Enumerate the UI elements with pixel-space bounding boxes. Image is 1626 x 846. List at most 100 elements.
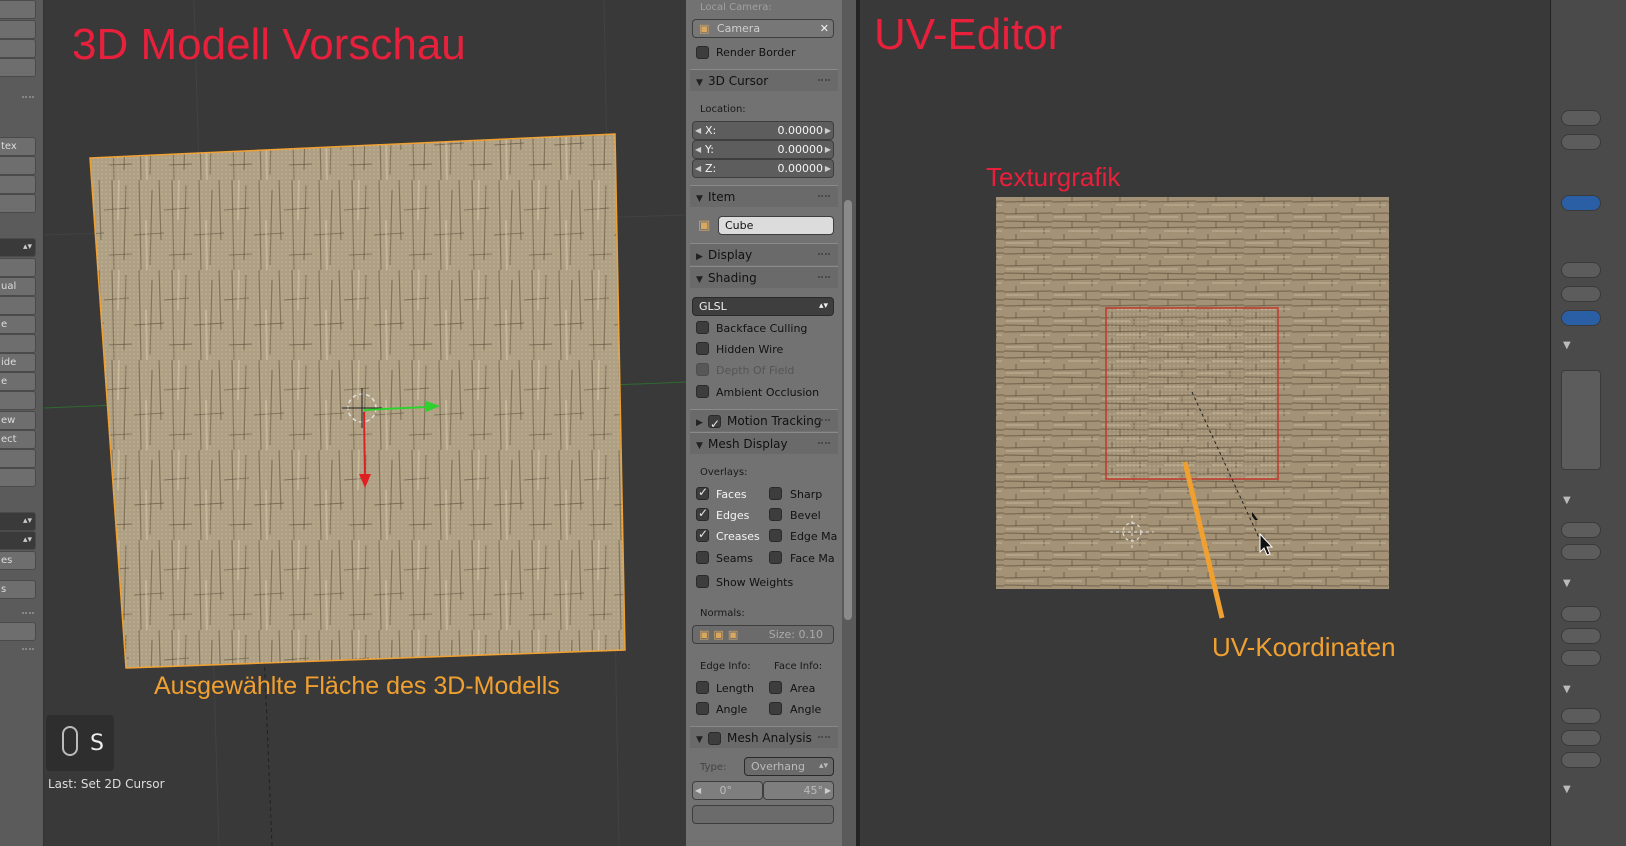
item-panel-header[interactable]: ▼ Item [690,185,838,207]
camera-field[interactable]: ▣ Camera ✕ [692,19,834,38]
shelf-button[interactable] [0,334,36,353]
face-normal-icon[interactable]: ▣ [713,628,723,641]
3d-viewport[interactable]: 3D Modell Vorschau Ausgewählte Fläche de… [44,0,686,846]
face-marks-checkbox[interactable] [769,551,782,564]
shelf-button[interactable] [0,20,36,39]
shelf-button[interactable]: s [0,580,36,599]
max-angle-field[interactable]: 45° ▶ [763,781,834,800]
normals-size-field[interactable]: Size: 0.10 [769,626,823,643]
expanded-icon[interactable]: ▼ [1563,340,1571,351]
motion-tracking-panel-header[interactable]: ▶ Motion Tracking [690,409,838,435]
cursor-x-field[interactable]: ◀ X: 0.00000 ▶ [692,121,834,140]
panel-button[interactable] [1561,650,1601,666]
mesh-analysis-panel-header[interactable]: ▼ Mesh Analysis [690,726,838,748]
bevel-checkbox[interactable] [769,508,782,521]
shelf-button[interactable]: es [0,551,36,570]
faces-checkbox[interactable] [696,485,709,500]
shelf-button[interactable] [0,391,36,410]
grip-icon[interactable] [818,195,830,197]
grip-icon[interactable] [818,79,830,81]
panel-grip[interactable] [22,612,34,616]
shading-panel-header[interactable]: ▼ Shading [690,266,838,288]
expanded-icon[interactable]: ▼ [1563,784,1571,795]
shelf-dropdown[interactable]: ▴▾ [0,238,36,257]
panel-button[interactable] [1561,730,1601,746]
mesh-display-panel-header[interactable]: ▼ Mesh Display [690,432,838,454]
mesh-analysis-checkbox[interactable] [708,732,721,745]
min-angle-field[interactable]: ◀ 0° [692,781,763,800]
depth-of-field-checkbox[interactable] [696,363,709,376]
display-panel-header[interactable]: ▶ Display [690,243,838,265]
split-normal-icon[interactable]: ▣ [728,628,738,641]
cursor-y-field[interactable]: ◀ Y: 0.00000 ▶ [692,140,834,159]
panel-button[interactable] [1561,628,1601,644]
shelf-button[interactable] [0,194,36,213]
grip-icon[interactable] [818,736,830,738]
expanded-icon[interactable]: ▼ [1563,578,1571,589]
shelf-button[interactable] [0,39,36,58]
edges-checkbox[interactable] [696,506,709,521]
edge-angle-checkbox[interactable] [696,702,709,715]
grip-icon[interactable] [818,276,830,278]
shelf-button[interactable] [0,0,36,19]
panel-button[interactable] [1561,544,1601,560]
shading-mode-select[interactable]: GLSL ▴▾ [692,297,834,316]
analysis-type-select[interactable]: Overhang ▴▾ [744,757,834,776]
panel-button[interactable] [1561,370,1601,470]
shelf-button[interactable]: ew [0,411,36,430]
panel-button[interactable] [1561,708,1601,724]
shelf-button[interactable]: e [0,315,36,334]
clear-icon[interactable]: ✕ [820,20,829,37]
uv-canvas[interactable] [860,0,1550,846]
edge-marks-checkbox[interactable] [769,529,782,542]
shelf-button[interactable]: tex [0,137,36,156]
grip-icon[interactable] [818,419,830,421]
panel-button[interactable] [1561,110,1601,126]
object-name-field[interactable]: Cube [718,216,834,235]
shelf-button[interactable] [0,468,36,487]
viewport-canvas[interactable] [44,0,686,846]
panel-button[interactable] [1561,134,1601,150]
shelf-button[interactable]: ide [0,353,36,372]
area-checkbox[interactable] [769,681,782,694]
shelf-dropdown[interactable]: ▴▾ [0,531,36,550]
vertex-normal-icon[interactable]: ▣ [699,628,709,641]
uv-editor[interactable]: UV-Editor Texturgrafik UV-Koordinaten [860,0,1550,846]
shelf-button[interactable] [0,258,36,277]
cursor-z-field[interactable]: ◀ Z: 0.00000 ▶ [692,159,834,178]
ambient-occlusion-checkbox[interactable] [696,385,709,398]
motion-tracking-checkbox[interactable] [708,413,721,435]
grip-icon[interactable] [818,253,830,255]
shelf-button[interactable] [0,175,36,194]
render-border-checkbox[interactable] [696,46,709,59]
backface-culling-checkbox[interactable] [696,321,709,334]
shelf-button[interactable]: ual [0,277,36,296]
shelf-button[interactable] [0,449,36,468]
shelf-button[interactable] [0,156,36,175]
shelf-button[interactable]: e [0,372,36,391]
grip-icon[interactable] [818,442,830,444]
seams-checkbox[interactable] [696,551,709,564]
creases-checkbox[interactable] [696,527,709,542]
scrollbar-thumb[interactable] [844,200,852,620]
sharp-checkbox[interactable] [769,487,782,500]
panel-button[interactable] [1561,522,1601,538]
panel-button[interactable] [1561,606,1601,622]
face-angle-checkbox[interactable] [769,702,782,715]
panel-button[interactable] [1561,195,1601,211]
shelf-button[interactable] [0,296,36,315]
shelf-button[interactable]: ect [0,430,36,449]
show-weights-checkbox[interactable] [696,575,709,588]
axis-buttons-row[interactable] [692,805,834,824]
hidden-wire-checkbox[interactable] [696,342,709,355]
shelf-dropdown[interactable]: ▴▾ [0,512,36,531]
panel-grip[interactable] [22,648,34,652]
panel-button[interactable] [1561,262,1601,278]
panel-button[interactable] [1561,310,1601,326]
panel-button[interactable] [1561,752,1601,768]
length-checkbox[interactable] [696,681,709,694]
selected-face[interactable] [89,133,626,669]
expanded-icon[interactable]: ▼ [1563,684,1571,695]
expanded-icon[interactable]: ▼ [1563,495,1571,506]
panel-button[interactable] [1561,286,1601,302]
